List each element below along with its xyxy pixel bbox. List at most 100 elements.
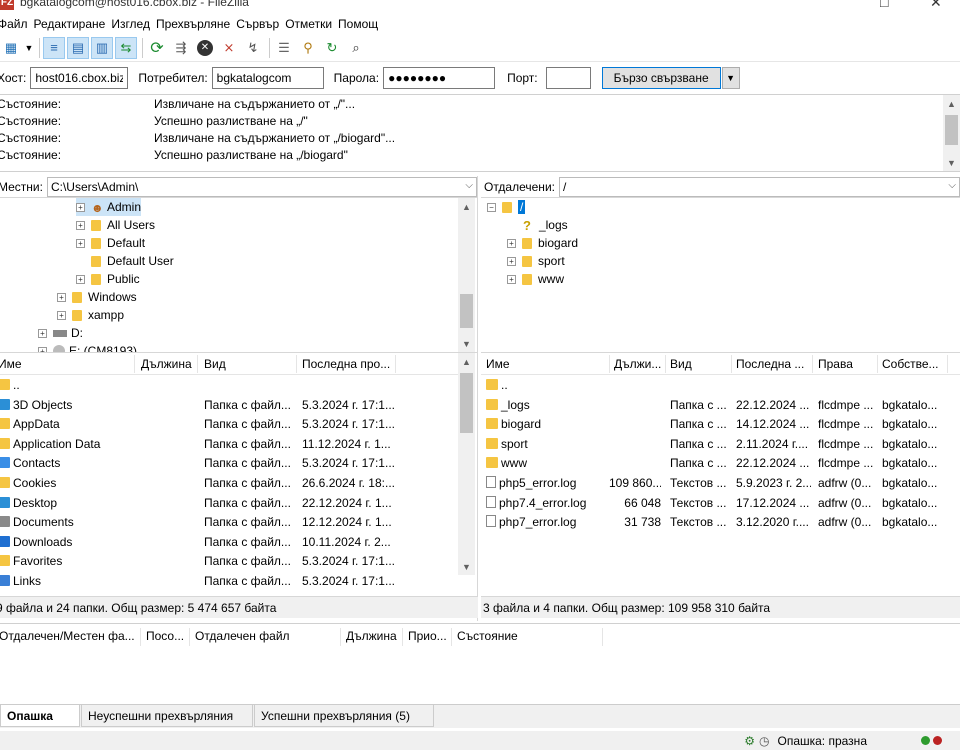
column-size[interactable]: Дължина: [346, 629, 397, 643]
site-manager-icon[interactable]: ▦: [0, 37, 22, 59]
menu-help[interactable]: Помощ: [338, 17, 384, 31]
tree-node-d-drive[interactable]: + D:: [38, 324, 83, 342]
scroll-thumb[interactable]: [945, 115, 958, 145]
tab-failed[interactable]: Неуспешни прехвърляния: [81, 705, 253, 727]
table-row[interactable]: Cookies Папка с файл... 26.6.2024 г. 18:..…: [0, 474, 458, 494]
tree-node-all-users[interactable]: + All Users: [76, 216, 155, 234]
user-input[interactable]: [211, 67, 324, 89]
tree-node-biogard[interactable]: + biogard: [507, 234, 578, 252]
table-row[interactable]: ..: [0, 376, 458, 396]
chevron-down-icon[interactable]: ⌵: [465, 180, 473, 191]
filter-icon[interactable]: ☰: [273, 37, 295, 59]
table-row[interactable]: www Папка с ... 22.12.2024 ... flcdmpe ... b…: [481, 454, 960, 474]
column-modified[interactable]: Последна ...: [736, 357, 811, 371]
column-size[interactable]: Дължина: [141, 357, 192, 371]
close-icon[interactable]: ✕: [930, 0, 942, 11]
maximize-icon[interactable]: □: [880, 0, 888, 10]
table-row[interactable]: Downloads Папка с файл... 10.11.2024 г. 2.…: [0, 533, 458, 553]
column-direction[interactable]: Посо...: [146, 629, 186, 643]
table-row[interactable]: Desktop Папка с файл... 22.12.2024 г. 1...: [0, 494, 458, 514]
scroll-up-icon[interactable]: ▲: [458, 198, 475, 215]
tab-queue[interactable]: Опашка: [0, 705, 80, 727]
tree-node-sport[interactable]: + sport: [507, 252, 565, 270]
column-name[interactable]: Име: [486, 357, 510, 371]
comparison-icon[interactable]: ⚲: [297, 37, 319, 59]
column-permissions[interactable]: Права: [818, 357, 853, 371]
scroll-up-icon[interactable]: ▲: [943, 95, 960, 112]
table-row[interactable]: php7_error.log 31 738 Текстов ... 3.12.2020…: [481, 513, 960, 533]
column-type[interactable]: Вид: [670, 357, 692, 371]
search-icon[interactable]: ⌕: [345, 37, 367, 59]
column-remote-file[interactable]: Отдалечен файл: [195, 629, 290, 643]
table-row[interactable]: Contacts Папка с файл... 5.3.2024 г. 17:1.…: [0, 454, 458, 474]
column-owner[interactable]: Собстве...: [882, 357, 944, 371]
transfer-queue-icon[interactable]: ⇆: [115, 36, 137, 59]
tree-node-admin[interactable]: + ☻ Admin: [76, 198, 142, 216]
menu-view[interactable]: Изглед: [111, 17, 156, 31]
column-modified[interactable]: Последна про...: [302, 357, 392, 371]
quickconnect-dropdown-icon[interactable]: ▼: [721, 67, 740, 89]
table-row[interactable]: _logs Папка с ... 22.12.2024 ... flcdmpe ..…: [481, 396, 960, 416]
local-path-input[interactable]: C:\Users\Admin\ ⌵: [46, 176, 477, 197]
table-row[interactable]: Favorites Папка с файл... 5.3.2024 г. 17:1…: [0, 552, 458, 572]
scroll-thumb[interactable]: [460, 373, 473, 433]
tree-node-windows[interactable]: + Windows: [57, 288, 137, 306]
disconnect-icon[interactable]: ⨯: [218, 37, 240, 59]
table-row[interactable]: sport Папка с ... 2.11.2024 г.... flcdmpe .…: [481, 435, 960, 455]
sync-browse-icon[interactable]: ↻: [321, 37, 343, 59]
reconnect-icon[interactable]: ↯: [242, 37, 264, 59]
scroll-thumb[interactable]: [460, 294, 473, 328]
tree-node-e-drive[interactable]: + E: (CM8193): [38, 342, 137, 352]
refresh-icon[interactable]: ⟳: [146, 37, 168, 59]
toggle-remote-tree-icon[interactable]: ▥: [91, 36, 113, 59]
table-row[interactable]: 3D Objects Папка с файл... 5.3.2024 г. 17:…: [0, 396, 458, 416]
table-row[interactable]: php5_error.log 109 860... Текстов ... 5.9.2…: [481, 474, 960, 494]
table-row[interactable]: Links Папка с файл... 5.3.2024 г. 17:1...: [0, 572, 458, 592]
file-name: Favorites: [13, 554, 63, 569]
host-input[interactable]: [30, 67, 129, 89]
tree-node-default-user[interactable]: Default User: [91, 252, 174, 270]
password-input[interactable]: [383, 67, 496, 89]
column-name[interactable]: Име: [0, 357, 22, 371]
table-row[interactable]: Documents Папка с файл... 12.12.2024 г. 1.…: [0, 513, 458, 533]
tree-node-logs[interactable]: ? _logs: [523, 216, 568, 234]
table-row[interactable]: AppData Папка с файл... 5.3.2024 г. 17:1..…: [0, 415, 458, 435]
tree-node-root[interactable]: − /: [487, 198, 526, 216]
column-priority[interactable]: Прио...: [408, 629, 448, 643]
tree-node-public[interactable]: + Public: [76, 270, 140, 288]
table-row[interactable]: ..: [481, 376, 960, 396]
process-queue-icon[interactable]: ⇶: [170, 37, 192, 59]
cell-owner: bgkatalo...: [882, 515, 938, 530]
table-row[interactable]: Application Data Папка с файл... 11.12.202…: [0, 435, 458, 455]
scroll-down-icon[interactable]: ▼: [458, 335, 475, 352]
remote-path-input[interactable]: / ⌵: [558, 176, 960, 197]
column-size[interactable]: Дължи...: [614, 357, 664, 371]
menu-edit[interactable]: Редактиране: [34, 17, 112, 31]
dropdown-arrow-icon[interactable]: ▼: [24, 37, 34, 59]
column-local-file[interactable]: Отдалечен/Местен фа...: [0, 629, 139, 643]
scroll-down-icon[interactable]: ▼: [943, 154, 960, 171]
local-list-scrollbar[interactable]: ▲ ▼: [458, 353, 475, 575]
port-input[interactable]: [545, 67, 591, 89]
chevron-down-icon[interactable]: ⌵: [948, 180, 956, 191]
quickconnect-button[interactable]: Бързо свързване: [601, 67, 721, 89]
log-scrollbar[interactable]: ▲ ▼: [943, 95, 960, 171]
scroll-up-icon[interactable]: ▲: [458, 353, 475, 370]
cancel-icon[interactable]: ✕: [194, 37, 216, 59]
tab-successful[interactable]: Успешни прехвърляния (5): [254, 705, 434, 727]
tree-node-default[interactable]: + Default: [76, 234, 145, 252]
menu-server[interactable]: Сървър: [236, 17, 285, 31]
menu-file[interactable]: Файл: [0, 17, 34, 31]
tree-node-www[interactable]: + www: [507, 270, 564, 288]
table-row[interactable]: biogard Папка с ... 14.12.2024 ... flcdmpe …: [481, 415, 960, 435]
scroll-down-icon[interactable]: ▼: [458, 558, 475, 575]
toggle-local-tree-icon[interactable]: ▤: [67, 36, 89, 59]
menu-transfer[interactable]: Прехвърляне: [156, 17, 236, 31]
column-status[interactable]: Състояние: [457, 629, 518, 643]
table-row[interactable]: php7.4_error.log 66 048 Текстов ... 17.12.2…: [481, 494, 960, 514]
column-type[interactable]: Вид: [204, 357, 226, 371]
toggle-log-icon[interactable]: ≡: [43, 36, 65, 59]
local-tree-scrollbar[interactable]: ▲ ▼: [458, 198, 475, 352]
tree-node-xampp[interactable]: + xampp: [57, 306, 124, 324]
menu-bookmarks[interactable]: Отметки: [285, 17, 338, 31]
